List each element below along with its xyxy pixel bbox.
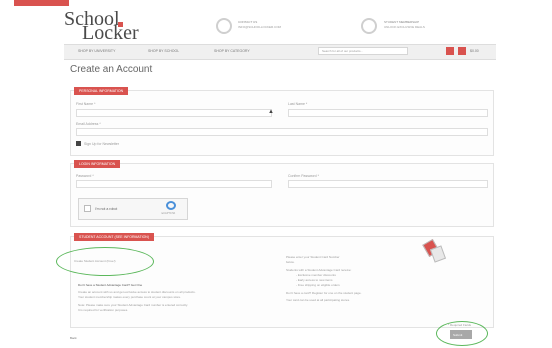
student-account-heading: STUDENT ACCOUNT (SEE INFORMATION) (74, 233, 155, 241)
card-text-3: Don't have a card? Register for one on t… (286, 291, 362, 295)
captcha-brand: reCAPTCHA (161, 212, 176, 215)
nav-bar (64, 44, 496, 60)
card-text-4: Your card can be used at all participati… (286, 298, 350, 302)
search-icon[interactable] (446, 47, 454, 55)
search-input[interactable]: Search for all of our products... (318, 47, 408, 55)
cart-icon[interactable] (458, 47, 466, 55)
captcha-checkbox[interactable] (84, 205, 91, 212)
header-info1-text: INFO@SCHOOLLOCKER.COM (238, 25, 282, 29)
email-label: Email Address * (76, 122, 101, 126)
student-text-4: It is required for verification purposes… (78, 308, 129, 312)
confirm-password-field[interactable] (288, 180, 488, 188)
student-text-3: Note: Please make sure your Student Adva… (78, 303, 189, 307)
nav-item-university[interactable]: SHOP BY UNIVERSITY (78, 49, 115, 53)
back-link[interactable]: Back (70, 336, 77, 340)
cursor-icon: ▲ (268, 109, 274, 115)
student-text-2: Your student membership makes every purc… (78, 295, 181, 299)
nav-item-school[interactable]: SHOP BY SCHOOL (148, 49, 179, 53)
logo-line2[interactable]: Locker (82, 22, 139, 45)
cart-total[interactable]: $0.00 (470, 49, 479, 53)
student-field-text[interactable]: Create Student Account (Free!) (74, 259, 116, 263)
recaptcha-icon (166, 201, 176, 210)
card-text-2: below. (286, 260, 295, 264)
student-text-1: Create an account with us and get exclus… (78, 290, 196, 294)
nav-item-category[interactable]: SHOP BY CATEGORY (214, 49, 250, 53)
password-label: Password * (76, 174, 94, 178)
logo-accent (118, 22, 123, 27)
personal-info-section (70, 90, 494, 156)
newsletter-checkbox[interactable] (76, 141, 81, 146)
personal-info-heading: PERSONAL INFORMATION (74, 87, 129, 95)
login-info-heading: LOGIN INFORMATION (74, 160, 121, 168)
header-info2-title: STUDENT MEMBERSHIP (384, 20, 420, 24)
card-list-4: - Free shipping on eligible orders (296, 283, 340, 287)
password-field[interactable] (76, 180, 272, 188)
card-list-2: - Exclusive member discounts (296, 273, 336, 277)
card-list-1: Students with a Student Advantage Card r… (286, 268, 352, 272)
card-list-3: - Early access to new items (296, 278, 333, 282)
captcha-label: I'm not a robot (95, 207, 118, 211)
student-subtitle: Don't have a Student Advantage Card? Get… (78, 283, 143, 287)
envelope-icon (216, 18, 232, 34)
header-info1-title: CONTACT US (238, 20, 258, 24)
member-icon (361, 18, 377, 34)
search-placeholder: Search for all of our products... (322, 49, 364, 53)
first-name-label: First Name * (76, 102, 96, 106)
email-field[interactable] (76, 128, 488, 136)
top-accent-bar (14, 0, 69, 6)
first-name-field[interactable] (76, 109, 272, 117)
page-title: Create an Account (70, 64, 153, 75)
confirm-password-label: Confirm Password * (288, 174, 319, 178)
card-text-1: Please enter your Student Card Number (286, 255, 340, 259)
header-info2-text: UNLOCK EXCLUSIVE DEALS (384, 25, 425, 29)
newsletter-label: Sign Up for Newsletter (84, 142, 120, 146)
last-name-label: Last Name * (288, 102, 308, 106)
last-name-field[interactable] (288, 109, 488, 117)
highlight-oval-submit (436, 321, 488, 346)
